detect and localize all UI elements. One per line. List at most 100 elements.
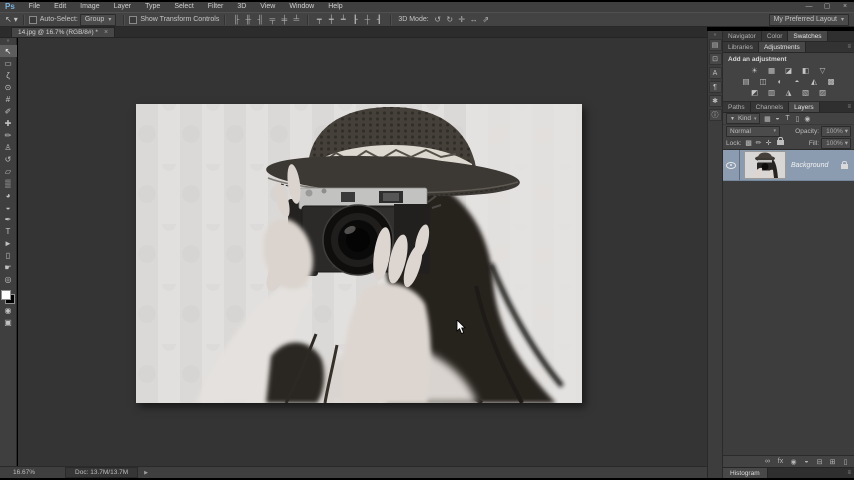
menu-view[interactable]: View [253,2,282,12]
restore-button[interactable]: ▢ [818,2,836,12]
info-panel-icon[interactable]: ⓘ [708,109,722,121]
menu-select[interactable]: Select [167,2,200,12]
distribute-top-edges-icon[interactable]: ┯ [313,14,325,26]
menu-type[interactable]: Type [138,2,167,12]
3d-slide-icon[interactable]: ↔ [468,14,480,26]
adj-color-lookup-icon[interactable]: ▩ [824,76,839,86]
close-document-icon[interactable]: × [104,29,108,36]
document-canvas[interactable] [18,38,707,466]
menu-layer[interactable]: Layer [107,2,139,12]
clone-stamp-tool[interactable]: ♙ [0,141,17,153]
tool-preset-dropdown[interactable]: ↖ ▾ [5,15,18,24]
adj-curves-icon[interactable]: ◪ [781,65,796,75]
menu-image[interactable]: Image [73,2,106,12]
layer-effects-icon[interactable]: fx [774,458,787,465]
menu-filter[interactable]: Filter [201,2,231,12]
menu-3d[interactable]: 3D [230,2,253,12]
layer-visibility-toggle[interactable] [723,150,740,180]
lasso-tool[interactable]: ζ [0,69,17,81]
add-layer-mask-icon[interactable]: ◉ [787,458,800,466]
type-tool[interactable]: T [0,225,17,237]
align-top-edges-icon[interactable]: ╤ [266,14,278,26]
foreground-color-swatch[interactable] [1,290,11,300]
align-right-edges-icon[interactable]: ╢ [254,14,266,26]
adj-photo-filter-icon[interactable]: ◓ [790,76,805,86]
tab-swatches[interactable]: Swatches [788,31,828,41]
dodge-tool[interactable]: ◒ [0,201,17,213]
brush-settings-panel-icon[interactable]: ✱ [708,95,722,107]
brush-tool[interactable]: ✏ [0,129,17,141]
3d-rotate-icon[interactable]: ↺ [432,14,444,26]
adj-levels-icon[interactable]: ▦ [764,65,779,75]
adj-invert-icon[interactable]: ◩ [747,87,762,97]
adj-brightness-contrast-icon[interactable]: ☀ [747,65,762,75]
tab-color[interactable]: Color [761,31,789,41]
quick-selection-tool[interactable]: ⊙ [0,81,17,93]
workspace-switcher-dropdown[interactable]: My Preferred Layout ▾ [768,13,849,26]
adj-gradient-map-icon[interactable]: ▨ [815,87,830,97]
hand-tool[interactable]: ☛ [0,261,17,273]
adj-channel-mixer-icon[interactable]: ◭ [807,76,822,86]
lock-all-icon[interactable] [776,136,786,147]
collapse-tools-icon[interactable]: » [7,38,10,45]
align-bottom-edges-icon[interactable]: ╧ [290,14,302,26]
adj-posterize-icon[interactable]: ▥ [764,87,779,97]
screen-mode-button[interactable]: ▣ [0,316,17,328]
layer-row-background[interactable]: Background [723,150,854,181]
zoom-level-field[interactable]: 16.67% [13,469,35,476]
adj-selective-color-icon[interactable]: ▧ [798,87,813,97]
quick-mask-button[interactable]: ◉ [0,304,17,316]
delete-layer-icon[interactable]: ▯ [839,458,852,466]
crop-tool[interactable]: # [0,93,17,105]
distribute-vertical-centers-icon[interactable]: ┿ [325,14,337,26]
zoom-tool[interactable]: ◎ [0,273,17,285]
tab-paths[interactable]: Paths [723,102,751,112]
properties-panel-icon[interactable]: ▤ [708,39,722,51]
auto-select-target-dropdown[interactable]: Group ▾ [79,13,117,26]
distribute-bottom-edges-icon[interactable]: ┷ [337,14,349,26]
fill-field[interactable]: 100% ▾ [821,137,851,149]
paragraph-panel-icon[interactable]: ¶ [708,81,722,93]
show-transform-controls-checkbox[interactable] [129,15,138,24]
align-horizontal-centers-icon[interactable]: ╫ [242,14,254,26]
color-swatches-widget[interactable] [1,290,15,304]
pen-tool[interactable]: ✒ [0,213,17,225]
tab-channels[interactable]: Channels [750,102,790,112]
new-group-icon[interactable]: ⊟ [813,458,826,466]
tab-histogram[interactable]: Histogram [723,468,768,478]
opacity-field[interactable]: 100% ▾ [821,125,851,137]
tab-navigator[interactable]: Navigator [723,31,762,41]
path-selection-tool[interactable]: ► [0,237,17,249]
adj-vibrance-icon[interactable]: ▽ [815,65,830,75]
status-flyout-icon[interactable]: ▶ [144,470,148,476]
rectangle-tool[interactable]: ▯ [0,249,17,261]
gradient-tool[interactable]: ▒ [0,177,17,189]
align-vertical-centers-icon[interactable]: ╪ [278,14,290,26]
character-panel-icon[interactable]: A [708,67,722,79]
adj-exposure-icon[interactable]: ◧ [798,65,813,75]
minimize-button[interactable]: — [800,2,818,12]
eyedropper-tool[interactable]: ✐ [0,105,17,117]
distribute-right-edges-icon[interactable]: ┨ [373,14,385,26]
adj-black-white-icon[interactable]: ◐ [773,76,788,86]
lock-transparency-icon[interactable]: ▩ [744,139,754,147]
blend-mode-dropdown[interactable]: Normal ▾ [726,125,780,137]
3d-scale-icon[interactable]: ⇗ [480,14,492,26]
distribute-horizontal-centers-icon[interactable]: ┼ [361,14,373,26]
clone-source-panel-icon[interactable]: ⊡ [708,53,722,65]
eraser-tool[interactable]: ▱ [0,165,17,177]
filter-shape-layers-icon[interactable]: ▯ [792,115,802,123]
3d-roll-icon[interactable]: ↻ [444,14,456,26]
filter-adjustment-layers-icon[interactable]: ◒ [772,115,782,123]
history-brush-tool[interactable]: ↺ [0,153,17,165]
new-layer-icon[interactable]: ⊞ [826,458,839,466]
rectangular-marquee-tool[interactable]: ▭ [0,57,17,69]
canvas-image-woman-with-camera[interactable] [136,104,582,405]
tab-layers[interactable]: Layers [789,102,820,112]
adj-color-balance-icon[interactable]: ◫ [756,76,771,86]
lock-pixels-icon[interactable]: ✏ [754,139,764,147]
layer-thumbnail[interactable] [744,151,786,179]
align-left-edges-icon[interactable]: ╟ [230,14,242,26]
adj-threshold-icon[interactable]: ◮ [781,87,796,97]
blur-tool[interactable]: ◕ [0,189,17,201]
